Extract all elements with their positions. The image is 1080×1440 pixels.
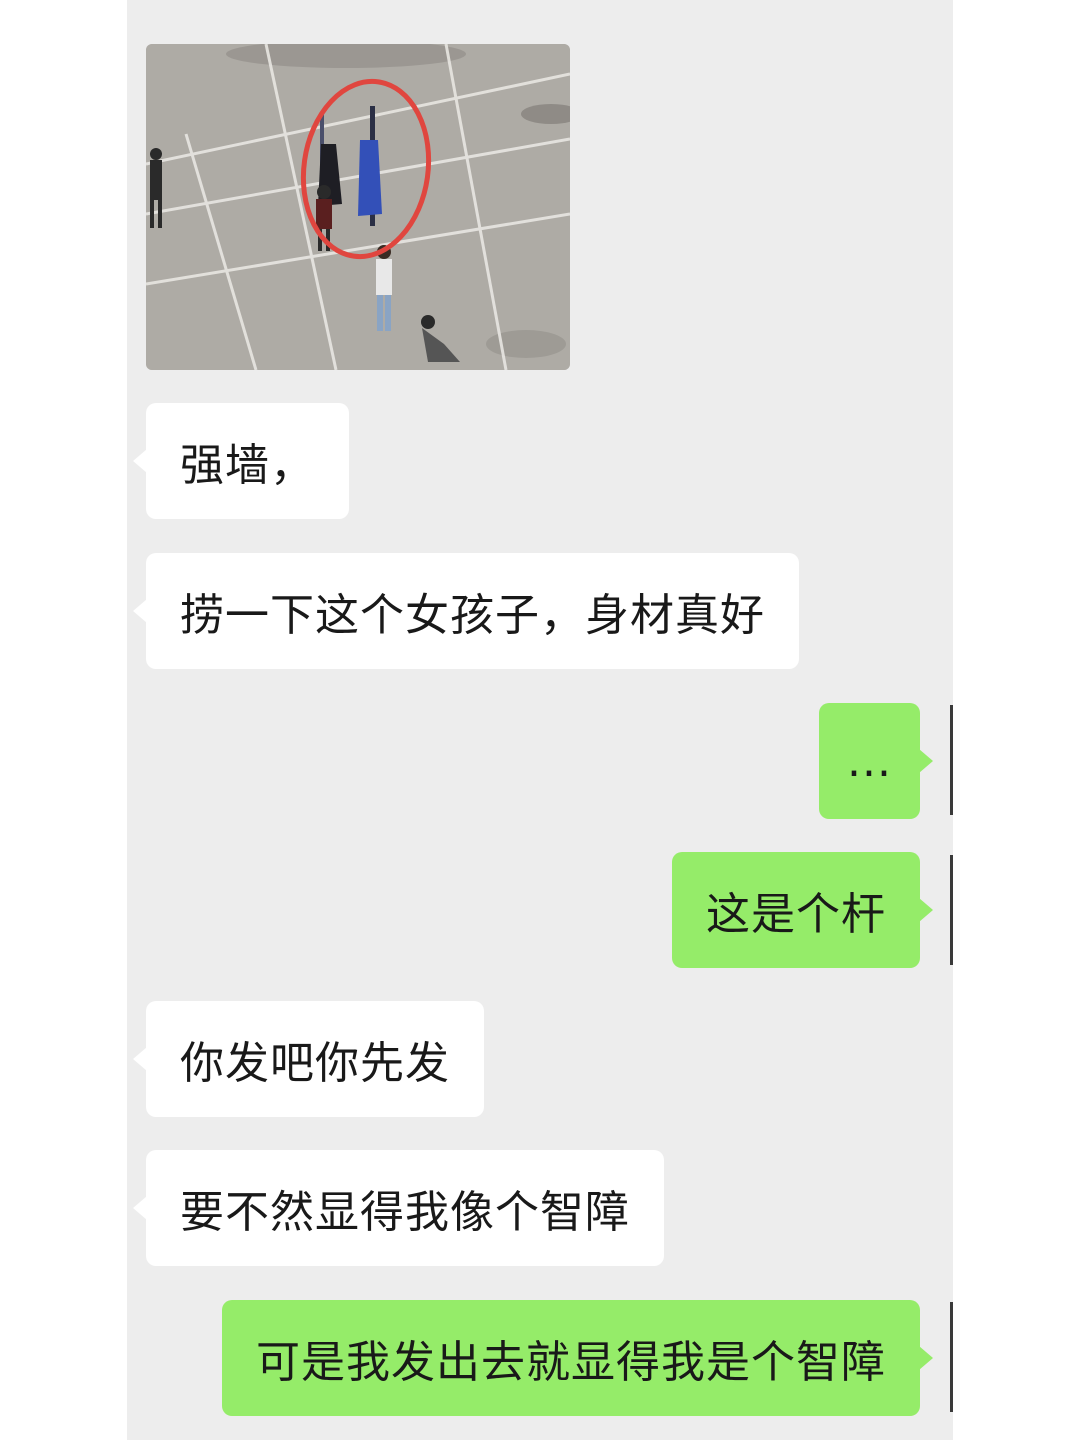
avatar-edge — [950, 1302, 953, 1412]
avatar-edge — [950, 705, 953, 815]
received-message-bubble[interactable]: 强墙， — [133, 403, 349, 519]
message-text: 捞一下这个女孩子，身材真好 — [180, 590, 765, 641]
message-text: 你发吧你先发 — [180, 1038, 450, 1089]
message-text: ... — [847, 735, 892, 787]
received-message-bubble[interactable]: 你发吧你先发 — [133, 1001, 484, 1117]
received-message-bubble[interactable]: 要不然显得我像个智障 — [133, 1150, 664, 1266]
message-text: 可是我发出去就显得我是个智障 — [256, 1337, 886, 1388]
sent-message-bubble[interactable]: 可是我发出去就显得我是个智障 — [222, 1300, 933, 1416]
message-text: 这是个杆 — [706, 889, 886, 940]
avatar-edge — [950, 855, 953, 965]
message-text: 要不然显得我像个智障 — [180, 1187, 630, 1238]
photo-thumbnail — [146, 44, 570, 370]
sent-message-bubble[interactable]: 这是个杆 — [672, 852, 933, 968]
image-message[interactable] — [146, 44, 570, 370]
message-text: 强墙， — [180, 440, 315, 491]
sent-message-bubble[interactable]: ... — [819, 703, 933, 819]
received-message-bubble[interactable]: 捞一下这个女孩子，身材真好 — [133, 553, 799, 669]
